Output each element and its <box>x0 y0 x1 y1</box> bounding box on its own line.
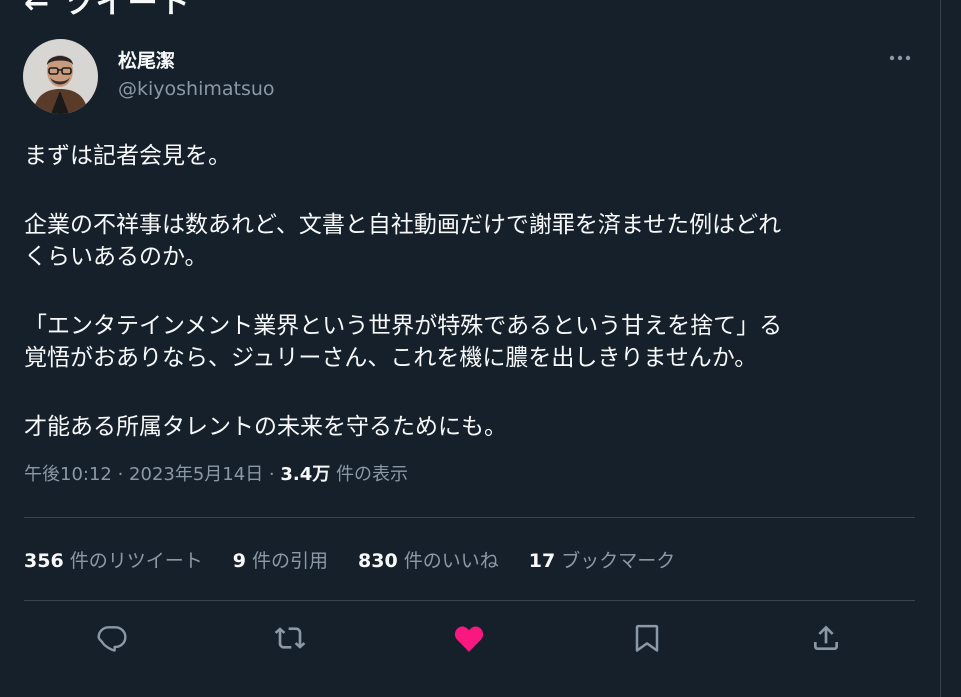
author-handle[interactable]: @kiyoshimatsuo <box>118 78 275 100</box>
more-horizontal-icon <box>889 55 911 61</box>
share-icon <box>814 625 838 650</box>
retweet-icon <box>274 627 306 649</box>
heart-filled-icon <box>454 626 484 652</box>
page-title: ← ツイート <box>24 0 192 21</box>
bookmarks-stat[interactable]: 17 ブックマーク <box>529 546 676 573</box>
tweet-line: くらいあるのか。 <box>24 244 208 270</box>
share-button[interactable] <box>808 620 844 656</box>
divider <box>24 600 915 601</box>
bookmark-button[interactable] <box>629 620 665 656</box>
tweet-meta: 午後10:12 · 2023年5月14日 · 3.4万 件の表示 <box>24 460 408 486</box>
engagement-stats: 356 件のリツイート 9 件の引用 830 件のいいね 17 ブックマーク <box>24 546 705 573</box>
views-label: 件の表示 <box>330 464 408 485</box>
tweet-line: 覚悟がおありなら、ジュリーさん、これを機に膿を出しきりませんか。 <box>24 345 758 371</box>
column-divider <box>940 0 941 697</box>
reply-icon <box>97 626 127 652</box>
views-count: 3.4万 <box>280 464 331 485</box>
tweet-line: 才能ある所属タレントの未来を守るためにも。 <box>24 414 507 440</box>
tweet-actions <box>94 620 844 660</box>
tweet-line: 「エンタテインメント業界という世界が特殊であるという甘えを捨て」る <box>24 313 783 339</box>
reply-button[interactable] <box>94 620 130 656</box>
like-button[interactable] <box>451 620 487 656</box>
tweet-line: 企業の不祥事は数あれど、文書と自社動画だけで謝罪を済ませた例はどれ <box>24 212 782 238</box>
quotes-stat[interactable]: 9 件の引用 <box>233 546 328 573</box>
tweet-text: まずは記者会見を。 企業の不祥事は数あれど、文書と自社動画だけで謝罪を済ませた例… <box>24 140 924 443</box>
tweet-line: まずは記者会見を。 <box>24 143 231 169</box>
retweet-button[interactable] <box>272 620 308 656</box>
avatar[interactable] <box>23 39 98 114</box>
author-display-name[interactable]: 松尾潔 <box>118 46 175 73</box>
more-options-button[interactable] <box>884 44 916 72</box>
divider <box>24 517 915 518</box>
bookmark-icon <box>635 624 659 652</box>
tweet-timestamp[interactable]: 午後10:12 · 2023年5月14日 · <box>24 464 280 485</box>
likes-stat[interactable]: 830 件のいいね <box>358 546 499 573</box>
retweets-stat[interactable]: 356 件のリツイート <box>24 546 203 573</box>
